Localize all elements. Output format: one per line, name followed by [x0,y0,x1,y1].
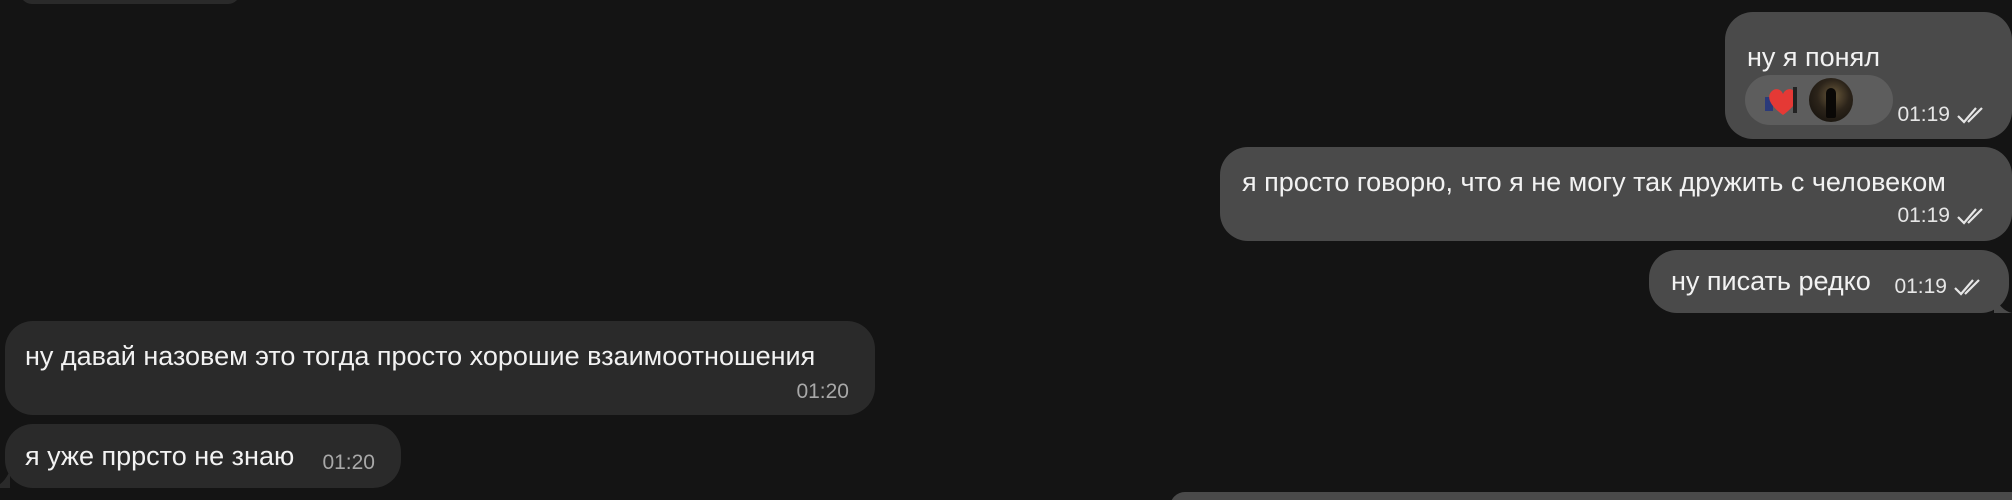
partial-message-bubble[interactable] [20,0,240,4]
message-text: я просто говорю, что я не могу так дружи… [1242,167,1946,197]
avatar-reaction-icon[interactable] [1809,78,1853,122]
double-check-icon [1957,107,1983,124]
reactions-bar[interactable] [1745,75,1893,125]
message-bubble-incoming[interactable]: ну давай назовем это тогда просто хороши… [5,321,875,415]
message-bubble-outgoing[interactable]: ну писать редко 01:19 [1649,250,2009,313]
double-check-icon [1954,279,1980,296]
message-text: ну писать редко [1671,266,1871,296]
message-meta: 01:20 [796,375,849,409]
message-meta: 01:19 [1894,270,1985,304]
message-time: 01:19 [1897,204,1950,227]
double-check-icon [1957,208,1983,225]
message-text: я уже пррсто не знаю [25,441,295,471]
message-meta: 01:19 [1897,199,1988,233]
bubble-tail [1994,295,2012,313]
partial-message-bubble[interactable] [1170,492,2012,500]
message-time: 01:20 [322,451,375,474]
message-bubble-incoming[interactable]: я уже пррсто не знаю 01:20 [5,424,401,488]
message-meta: 01:19 [1897,98,1988,132]
message-meta: 01:20 [322,446,375,480]
message-time: 01:19 [1894,275,1947,298]
chat-history: ну я понял 01:19 я просто говорю, что я … [0,0,2012,500]
message-text: ну давай назовем это тогда просто хороши… [25,341,816,371]
message-time: 01:20 [796,380,849,403]
message-time: 01:19 [1897,103,1950,126]
bubble-tail [0,470,10,488]
message-bubble-outgoing[interactable]: я просто говорю, что я не могу так дружи… [1220,147,2012,241]
message-text: ну я понял [1747,42,1880,72]
heart-reaction-icon[interactable] [1763,83,1803,117]
message-bubble-outgoing[interactable]: ну я понял 01:19 [1725,12,2012,139]
